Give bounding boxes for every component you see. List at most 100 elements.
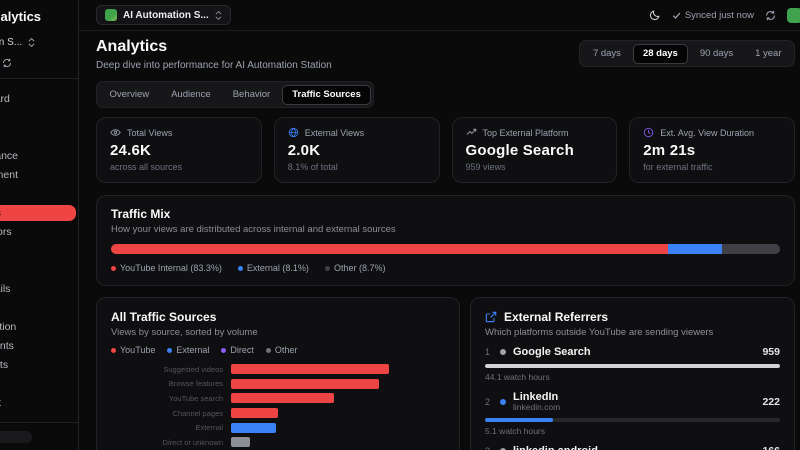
stat-value: 2.0K [287,142,321,159]
tab[interactable]: Traffic Sources [282,84,371,105]
bar [231,393,334,404]
legend-dot-icon [221,347,227,353]
sidebar-item[interactable]: nce [0,108,78,127]
app-window: eAnalytics tomation S... m ago board nce… [0,0,800,450]
sidebar-item[interactable]: nt [0,260,78,279]
bar-label: Channel pages [172,408,223,418]
bar-area [231,393,445,404]
sidebar-item-label: iments [0,339,14,352]
legend-label: External [176,345,210,355]
range-button[interactable]: 1 year [745,44,791,64]
date-range-control: 7 days 28 days 90 days 1 year [579,40,795,67]
traffic-mix-card: Traffic Mix How your views are distribut… [96,195,795,286]
moon-icon [649,10,660,21]
user-avatar[interactable] [787,7,800,23]
all-sources-title: All Traffic Sources [111,310,217,324]
external-link-icon [485,311,497,323]
page-title: Analytics [96,38,168,55]
globe-icon [288,127,298,138]
legend-item: YouTube Internal (83.3%) [111,263,222,273]
sidebar-nav: board nce s rmance gement [0,89,78,412]
sidebar-item[interactable]: etitors [0,222,78,241]
stat-subtext: 8.1% of total [287,162,338,172]
legend-dot-icon [265,347,271,353]
sync-status: Synced just now [672,10,754,21]
bar-row[interactable]: YouTube search [111,391,445,406]
refresh-icon [766,10,775,20]
sidebar-item[interactable]: dar [0,184,78,203]
traffic-mix-segment [668,244,723,254]
legend-dot-icon [167,347,173,353]
app-logo: eAnalytics [0,9,42,24]
sidebar-workspace-selector[interactable]: tomation S... [0,37,78,48]
bar-label: Suggested videos [163,364,223,374]
sidebar-item[interactable]: ts [0,374,78,393]
sidebar-item[interactable]: tics [0,203,78,222]
sidebar-item[interactable]: s [0,241,78,260]
bar-row[interactable]: Direct or unknown [111,435,445,450]
tab[interactable]: Audience [161,85,221,105]
sidebar-item[interactable]: iments [0,336,78,355]
eye-icon [110,129,121,136]
sidebar-item[interactable]: h [0,298,78,317]
sidebar-workspace-label: tomation S... [0,37,23,48]
workspace-selector[interactable]: AI Automation S... [96,5,231,25]
theme-toggle-button[interactable] [649,9,661,21]
bar-label: Direct or unknown [162,437,223,447]
referrer-watch-hours: 44.1 watch hours [485,371,550,382]
referrer-rank: 3 [485,446,493,450]
tab[interactable]: Overview [100,85,160,105]
sidebar-item[interactable]: tization [0,317,78,336]
legend-label: Direct [230,345,254,355]
stat-card-total-views: Total Views 24.6K across all sources [96,117,262,183]
platform-dot-icon [500,398,506,405]
referrer-bar-track [485,418,780,423]
referrer-watch-hours: 5.1 watch hours [485,426,546,437]
bar-row[interactable]: Browse features [111,377,445,392]
bar-area [231,437,445,448]
legend-item: YouTube [111,345,155,355]
sync-status-label: Synced just now [684,9,754,21]
workspace-label: AI Automation S... [123,9,209,21]
stat-label: Total Views [127,127,173,138]
referrer-name: Google Search [513,346,591,358]
bar [231,378,379,389]
sidebar-item[interactable]: board [0,89,78,108]
sidebar-item[interactable]: bnails [0,279,78,298]
sidebar-item[interactable]: gement [0,165,78,184]
bar [231,422,276,433]
bar-area [231,408,445,419]
bar-row[interactable]: External [111,420,445,435]
sidebar-item[interactable]: s [0,127,78,146]
refresh-icon[interactable] [2,58,12,68]
traffic-mix-legend: YouTube Internal (83.3%) External (8.1%)… [111,263,780,273]
refresh-button[interactable] [765,10,776,21]
bar-row[interactable]: Suggested videos [111,362,445,377]
range-button[interactable]: 7 days [583,44,631,64]
stat-subtext: 959 views [465,162,506,172]
sidebar-item[interactable]: cripts [0,355,78,374]
referrer-bar-track [485,363,780,368]
sidebar-footer-button[interactable] [0,431,32,443]
referrer-row[interactable]: 2 LinkedIn linkedin.com 222 5.1 watch ho… [485,391,780,436]
sidebar-item[interactable]: rmance [0,146,78,165]
referrer-domain: linkedin.com [513,402,561,413]
bar-row[interactable]: Channel pages [111,406,445,421]
tab[interactable]: Behavior [223,85,281,105]
legend-label: Other (8.7%) [333,263,386,273]
all-traffic-sources-card: All Traffic Sources Views by source, sor… [96,297,460,450]
bottom-panels: All Traffic Sources Views by source, sor… [96,297,795,450]
bar [231,408,279,419]
range-button[interactable]: 90 days [690,44,743,64]
legend-item: External [167,345,209,355]
sidebar-divider [0,422,78,423]
referrer-row[interactable]: 3 linkedin.android 166 [485,445,780,450]
referrer-views: 959 [762,346,780,359]
platform-dot-icon [500,349,506,356]
sidebar-item-label: tics [0,207,1,219]
range-button[interactable]: 28 days [632,43,688,64]
sidebar-item[interactable]: port [0,393,78,412]
referrer-row[interactable]: 1 Google Search 959 44.1 watch hours [485,346,780,382]
referrer-bar-fill [485,363,780,368]
referrers-title: External Referrers [504,310,609,324]
